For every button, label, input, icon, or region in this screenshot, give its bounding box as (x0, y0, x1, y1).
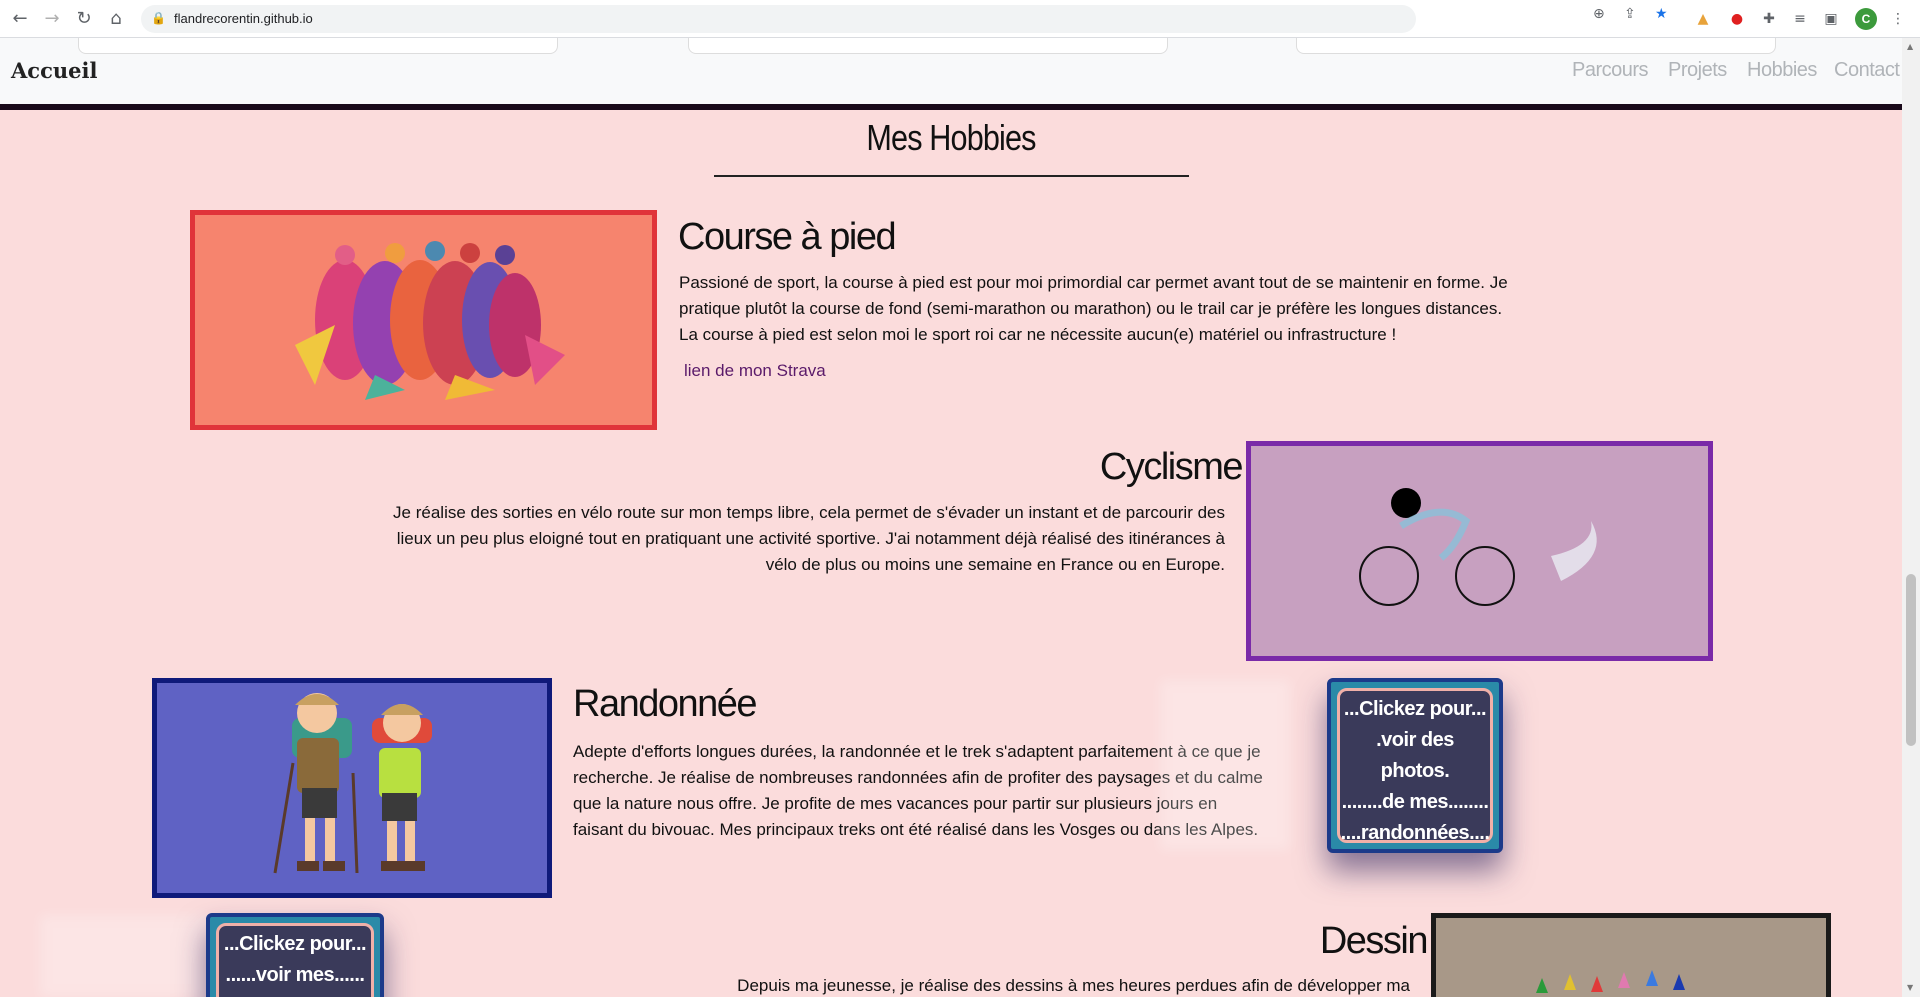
button-line: ......voir mes...... (225, 964, 365, 986)
button-line: .voir des photos. (1376, 729, 1454, 782)
hiking-photos-button[interactable]: ...Clickez pour... .voir des photos. ...… (1327, 678, 1503, 853)
drawing-image (1431, 913, 1831, 997)
opera-icon[interactable]: ● (1727, 9, 1747, 29)
scroll-up-icon[interactable]: ▲ (1907, 42, 1913, 51)
hobby-text-drawing: Depuis ma jeunesse, je réalise des dessi… (737, 976, 1410, 995)
title-underline (714, 175, 1189, 177)
nav-link-parcours[interactable]: Parcours (1572, 59, 1649, 82)
scroll-down-icon[interactable]: ▼ (1907, 983, 1913, 992)
page-scrollbar[interactable]: ▲ ▼ (1902, 38, 1920, 997)
url-text: flandrecorentin.github.io (174, 11, 313, 26)
forward-arrow-icon[interactable]: → (40, 7, 64, 31)
hobby-title-running: Course à pied (678, 216, 897, 258)
running-image (190, 210, 657, 430)
button-line: ........de mes........ (1341, 791, 1489, 813)
nav-link-projets[interactable]: Projets (1668, 59, 1727, 82)
button-glow (40, 915, 210, 997)
nav-link-hobbies[interactable]: Hobbies (1747, 59, 1817, 82)
header-card-ghost (1296, 38, 1776, 54)
bookmark-star-icon[interactable]: ★ (1655, 6, 1668, 22)
header-card-ghost (688, 38, 1168, 54)
drawing-photos-button-label: ...Clickez pour... ......voir mes...... (216, 923, 374, 997)
brand-home-link[interactable]: Accueil (11, 58, 97, 83)
nav-link-contact[interactable]: Contact (1834, 59, 1900, 82)
share-icon[interactable]: ⇪ (1624, 6, 1636, 22)
hobby-text-running: Passioné de sport, la course à pied est … (679, 273, 1508, 344)
hobby-title-drawing: Dessin (1319, 920, 1429, 962)
lock-icon: 🔒 (151, 11, 166, 25)
hobby-title-hiking: Randonnée (573, 683, 758, 725)
kebab-menu-icon[interactable]: ⋮ (1888, 9, 1908, 29)
hobby-title-cycling: Cyclisme (1099, 446, 1244, 488)
zoom-icon[interactable]: ⊕ (1593, 6, 1605, 22)
site-header: Accueil Parcours Projets Hobbies Contact (0, 38, 1902, 104)
button-line: ....randonnées.... (1340, 822, 1490, 844)
button-line: ...Clickez pour... (1343, 698, 1487, 720)
button-line: ...Clickez pour... (223, 933, 367, 955)
hobby-text-cycling: Je réalise des sorties en vélo route sur… (393, 503, 1225, 574)
section-title: Mes Hobbies (866, 117, 1036, 158)
hiking-image (152, 678, 552, 898)
home-icon[interactable]: ⌂ (104, 7, 128, 31)
browser-toolbar: ← → ↻ ⌂ 🔒 flandrecorentin.github.io ⊕ ⇪ … (0, 0, 1920, 38)
back-arrow-icon[interactable]: ← (8, 7, 32, 31)
strava-link[interactable]: lien de mon Strava (684, 361, 826, 381)
address-bar[interactable]: 🔒 flandrecorentin.github.io (141, 5, 1416, 33)
cycling-image (1246, 441, 1713, 661)
scroll-thumb[interactable] (1906, 574, 1916, 746)
profile-avatar[interactable]: C (1855, 8, 1877, 30)
hiking-photos-button-label: ...Clickez pour... .voir des photos. ...… (1337, 688, 1493, 844)
drive-icon[interactable]: ▲ (1693, 9, 1713, 29)
puzzle-icon[interactable]: ✚ (1759, 9, 1779, 29)
media-icon[interactable]: ≡ (1790, 9, 1810, 29)
drawing-photos-button[interactable]: ...Clickez pour... ......voir mes...... (206, 913, 384, 997)
reload-icon[interactable]: ↻ (72, 7, 96, 31)
sidepanel-icon[interactable]: ▣ (1821, 9, 1841, 29)
button-glow (1160, 680, 1290, 850)
header-divider (0, 104, 1902, 110)
header-card-ghost (78, 38, 558, 54)
